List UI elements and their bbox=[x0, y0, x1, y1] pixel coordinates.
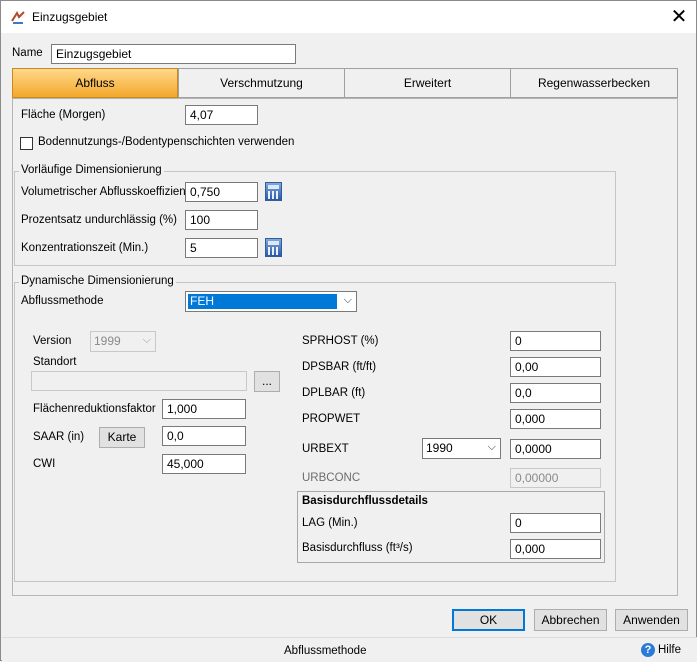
lag-label: LAG (Min.) bbox=[302, 517, 358, 529]
chevron-down-icon: ⌵ bbox=[343, 293, 352, 306]
urbext-label: URBEXT bbox=[302, 443, 349, 455]
title-bar: Einzugsgebiet ✕ bbox=[1, 1, 696, 33]
urbext-year-value: 1990 bbox=[426, 441, 453, 455]
propwet-input[interactable]: 0,000 bbox=[510, 409, 601, 429]
prozent-label: Prozentsatz undurchlässig (%) bbox=[21, 214, 177, 226]
urbconc-label: URBCONC bbox=[302, 472, 361, 484]
methode-label: Abflussmethode bbox=[21, 295, 104, 307]
help-icon[interactable]: ? bbox=[641, 643, 655, 657]
flaeche-input[interactable]: 4,07 bbox=[185, 105, 258, 125]
calculator-icon[interactable] bbox=[265, 238, 282, 257]
tab-bar: Abfluss Verschmutzung Erweitert Regenwas… bbox=[12, 68, 678, 99]
urbext-year-select[interactable]: 1990 ⌵ bbox=[422, 438, 501, 459]
tab-erweitert[interactable]: Erweitert bbox=[344, 68, 511, 98]
status-text: Abflussmethode bbox=[284, 645, 367, 657]
version-label: Version bbox=[33, 335, 72, 347]
app-icon bbox=[11, 10, 25, 24]
saar-label: SAAR (in) bbox=[33, 431, 85, 443]
name-field[interactable]: Einzugsgebiet bbox=[51, 44, 296, 64]
karte-button[interactable]: Karte bbox=[99, 427, 145, 448]
dpsbar-label: DPSBAR (ft/ft) bbox=[302, 361, 377, 373]
saar-input[interactable]: 0,0 bbox=[162, 426, 246, 446]
apply-button[interactable]: Anwenden bbox=[615, 609, 688, 631]
urbext-input[interactable]: 0,0000 bbox=[510, 439, 601, 459]
dialog-window: Einzugsgebiet ✕ Name Einzugsgebiet Abflu… bbox=[0, 0, 697, 662]
bodennutzung-label: Bodennutzungs-/Bodentypenschichten verwe… bbox=[38, 136, 295, 148]
sprhost-label: SPRHOST (%) bbox=[302, 335, 379, 347]
standort-label: Standort bbox=[33, 356, 77, 368]
prozent-input[interactable]: 100 bbox=[185, 210, 258, 230]
coef-label: Volumetrischer Abflusskoeffizient bbox=[21, 186, 189, 198]
arf-label: Flächenreduktionsfaktor bbox=[33, 403, 156, 415]
ok-button[interactable]: OK bbox=[452, 609, 525, 631]
urbconc-input[interactable]: 0,00000 bbox=[510, 468, 601, 488]
tab-abfluss[interactable]: Abfluss bbox=[12, 68, 178, 98]
status-bar: Abflussmethode ? Hilfe bbox=[2, 637, 697, 662]
version-value: 1999 bbox=[94, 334, 121, 348]
cwi-input[interactable]: 45,000 bbox=[162, 454, 246, 474]
sprhost-input[interactable]: 0 bbox=[510, 331, 601, 351]
vorlaeufige-title: Vorläufige Dimensionierung bbox=[19, 164, 164, 176]
calculator-icon[interactable] bbox=[265, 182, 282, 201]
standort-input[interactable] bbox=[31, 371, 247, 391]
basisflow-label: Basisdurchfluss (ft³/s) bbox=[302, 542, 413, 554]
cwi-label: CWI bbox=[33, 458, 56, 470]
name-label: Name bbox=[12, 47, 43, 59]
close-icon[interactable]: ✕ bbox=[662, 1, 696, 33]
methode-value: FEH bbox=[190, 294, 214, 308]
browse-button[interactable]: ... bbox=[254, 371, 280, 392]
chevron-down-icon: ⌵ bbox=[142, 333, 151, 346]
methode-select[interactable]: FEH ⌵ bbox=[185, 291, 357, 312]
konz-label: Konzentrationszeit (Min.) bbox=[21, 242, 149, 254]
lag-input[interactable]: 0 bbox=[510, 513, 601, 533]
dplbar-label: DPLBAR (ft) bbox=[302, 387, 366, 399]
basis-title: Basisdurchflussdetails bbox=[302, 495, 428, 507]
arf-input[interactable]: 1,000 bbox=[162, 399, 246, 419]
cancel-button[interactable]: Abbrechen bbox=[534, 609, 607, 631]
version-select[interactable]: 1999 ⌵ bbox=[90, 331, 156, 352]
chevron-down-icon: ⌵ bbox=[487, 440, 496, 453]
flaeche-label: Fläche (Morgen) bbox=[21, 109, 106, 121]
tab-verschmutzung[interactable]: Verschmutzung bbox=[178, 68, 345, 98]
dynamische-title: Dynamische Dimensionierung bbox=[19, 275, 176, 287]
bodennutzung-checkbox[interactable] bbox=[20, 137, 33, 150]
dpsbar-input[interactable]: 0,00 bbox=[510, 357, 601, 377]
propwet-label: PROPWET bbox=[302, 413, 361, 425]
help-link[interactable]: Hilfe bbox=[658, 644, 681, 656]
window-title: Einzugsgebiet bbox=[32, 10, 108, 24]
tab-regenwasserbecken[interactable]: Regenwasserbecken bbox=[510, 68, 678, 98]
konz-input[interactable]: 5 bbox=[185, 238, 258, 258]
dplbar-input[interactable]: 0,0 bbox=[510, 383, 601, 403]
basisflow-input[interactable]: 0,000 bbox=[510, 539, 601, 559]
coef-input[interactable]: 0,750 bbox=[185, 182, 258, 202]
